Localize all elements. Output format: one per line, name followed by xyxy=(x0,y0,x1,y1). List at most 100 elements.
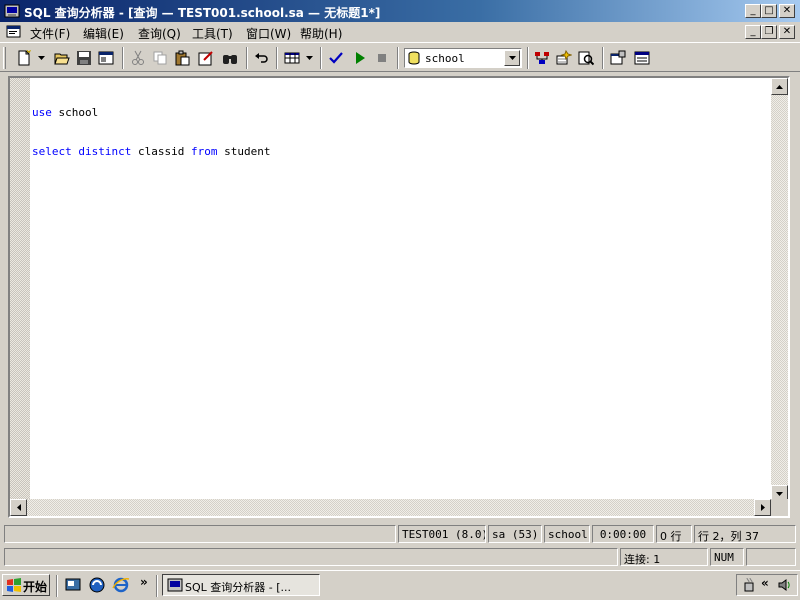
status-connections: 连接: 1 xyxy=(620,548,708,566)
mdi-minimize-icon: _ xyxy=(750,26,756,37)
sql-keyword: distinct xyxy=(78,145,132,158)
execute-query-button[interactable] xyxy=(350,48,370,68)
database-select-value: school xyxy=(425,52,465,65)
scroll-up-button[interactable] xyxy=(771,78,788,95)
toolbar-separator xyxy=(527,47,529,69)
save-button[interactable] xyxy=(74,48,94,68)
sql-text: classid xyxy=(131,145,191,158)
query-analyzer-app-icon xyxy=(167,578,183,592)
mdi-close-icon: ✕ xyxy=(782,26,792,37)
undo-icon xyxy=(255,53,268,63)
status-server: TEST001 (8.0) xyxy=(398,525,486,543)
object-search-button[interactable] xyxy=(632,48,652,68)
status-extra-pane xyxy=(746,548,796,566)
internet-explorer-icon[interactable] xyxy=(112,576,130,594)
find-button[interactable] xyxy=(220,48,240,68)
execution-plan-button[interactable] xyxy=(532,48,552,68)
minimize-icon: _ xyxy=(750,5,756,16)
show-desktop-icon[interactable] xyxy=(64,576,82,594)
sql-service-manager-icon[interactable] xyxy=(741,577,757,593)
database-select[interactable]: school xyxy=(404,48,522,68)
insert-template-icon xyxy=(98,51,114,65)
query-editor[interactable]: use school select distinct classid from … xyxy=(8,76,790,518)
toolbar-separator xyxy=(246,47,248,69)
taskbar-separator xyxy=(56,575,58,597)
chevron-down-icon xyxy=(508,56,516,60)
sql-text: student xyxy=(217,145,271,158)
query-window-icon[interactable] xyxy=(6,24,22,40)
menu-bar: 文件(F) 编辑(E) 查询(Q) 工具(T) 窗口(W) 帮助(H) _ ❐ … xyxy=(0,22,800,42)
scroll-left-button[interactable] xyxy=(10,499,27,516)
insert-template-button[interactable] xyxy=(96,48,116,68)
open-button[interactable] xyxy=(52,48,72,68)
mdi-minimize-button[interactable]: _ xyxy=(745,25,761,39)
menu-file[interactable]: 文件(F) xyxy=(30,25,70,42)
code-line: select distinct classid from student xyxy=(32,145,270,158)
toolbar-separator xyxy=(602,47,604,69)
results-grid-button[interactable] xyxy=(282,48,302,68)
taskbar-item-label: SQL 查询分析器 - [... xyxy=(185,581,292,594)
paste-button[interactable] xyxy=(172,48,192,68)
cut-button[interactable] xyxy=(128,48,148,68)
taskbar-separator xyxy=(156,575,158,597)
quicklaunch-chevron[interactable]: » xyxy=(140,575,148,589)
show-results-button[interactable] xyxy=(576,48,596,68)
menu-window[interactable]: 窗口(W) xyxy=(246,25,291,42)
maximize-icon: □ xyxy=(764,5,774,16)
results-dropdown[interactable] xyxy=(304,48,314,68)
show-results-icon xyxy=(578,51,594,66)
query-text[interactable]: use school select distinct classid from … xyxy=(32,80,270,184)
new-query-icon xyxy=(18,50,32,66)
find-icon xyxy=(223,55,237,64)
parse-query-button[interactable] xyxy=(326,48,346,68)
tray-chevron[interactable]: « xyxy=(761,576,769,590)
sql-keyword: use xyxy=(32,106,52,119)
menu-help[interactable]: 帮助(H) xyxy=(300,25,342,42)
taskbar-item-query-analyzer[interactable]: SQL 查询分析器 - [... xyxy=(162,574,320,596)
scrollbar-corner xyxy=(771,499,788,516)
undo-button[interactable] xyxy=(252,48,272,68)
minimize-button[interactable]: _ xyxy=(745,4,761,18)
status-rows: 0 行 xyxy=(656,525,692,543)
object-browser-button[interactable] xyxy=(608,48,628,68)
maximize-button[interactable]: □ xyxy=(761,4,777,18)
open-icon xyxy=(54,53,70,65)
toolbar-grip[interactable] xyxy=(3,47,6,69)
cancel-query-button[interactable] xyxy=(372,48,392,68)
execution-plan-icon xyxy=(535,52,549,64)
app-status-bar: 连接: 1 NUM xyxy=(0,546,800,568)
new-query-dropdown[interactable] xyxy=(36,48,46,68)
start-button[interactable]: 开始 xyxy=(2,574,50,596)
sql-text: school xyxy=(51,106,99,119)
status-message-pane xyxy=(4,525,396,543)
title-bar[interactable]: SQL 查询分析器 - [查询 — TEST001.school.sa — 无标… xyxy=(0,0,800,22)
menu-query[interactable]: 查询(Q) xyxy=(138,25,181,42)
status-user: sa (53) xyxy=(488,525,542,543)
window-title: SQL 查询分析器 - [查询 — TEST001.school.sa — 无标… xyxy=(24,6,381,20)
paste-icon xyxy=(175,50,190,66)
arrow-down-icon xyxy=(776,491,783,496)
start-label: 开始 xyxy=(23,580,48,594)
query-status-bar: TEST001 (8.0) sa (53) school 0:00:00 0 行… xyxy=(0,523,800,545)
menu-tools[interactable]: 工具(T) xyxy=(192,25,233,42)
vertical-scrollbar[interactable] xyxy=(771,78,788,502)
copy-button[interactable] xyxy=(150,48,170,68)
app-status-pane xyxy=(4,548,618,566)
new-query-button[interactable] xyxy=(14,48,34,68)
save-icon xyxy=(77,51,91,65)
scroll-right-button[interactable] xyxy=(754,499,771,516)
close-button[interactable]: ✕ xyxy=(779,4,795,18)
menu-edit[interactable]: 编辑(E) xyxy=(83,25,124,42)
cut-icon xyxy=(132,50,144,65)
mdi-close-button[interactable]: ✕ xyxy=(779,25,795,39)
copy-icon xyxy=(153,51,167,65)
arrow-up-icon xyxy=(776,84,783,89)
mdi-restore-button[interactable]: ❐ xyxy=(761,25,777,39)
index-tuning-button[interactable] xyxy=(554,48,574,68)
explorer-quicklaunch-icon[interactable] xyxy=(88,576,106,594)
database-dropdown-button[interactable] xyxy=(504,50,520,66)
volume-icon[interactable] xyxy=(777,577,793,593)
toolbar: school xyxy=(0,42,800,72)
horizontal-scrollbar[interactable] xyxy=(10,499,771,516)
clear-window-button[interactable] xyxy=(196,48,216,68)
